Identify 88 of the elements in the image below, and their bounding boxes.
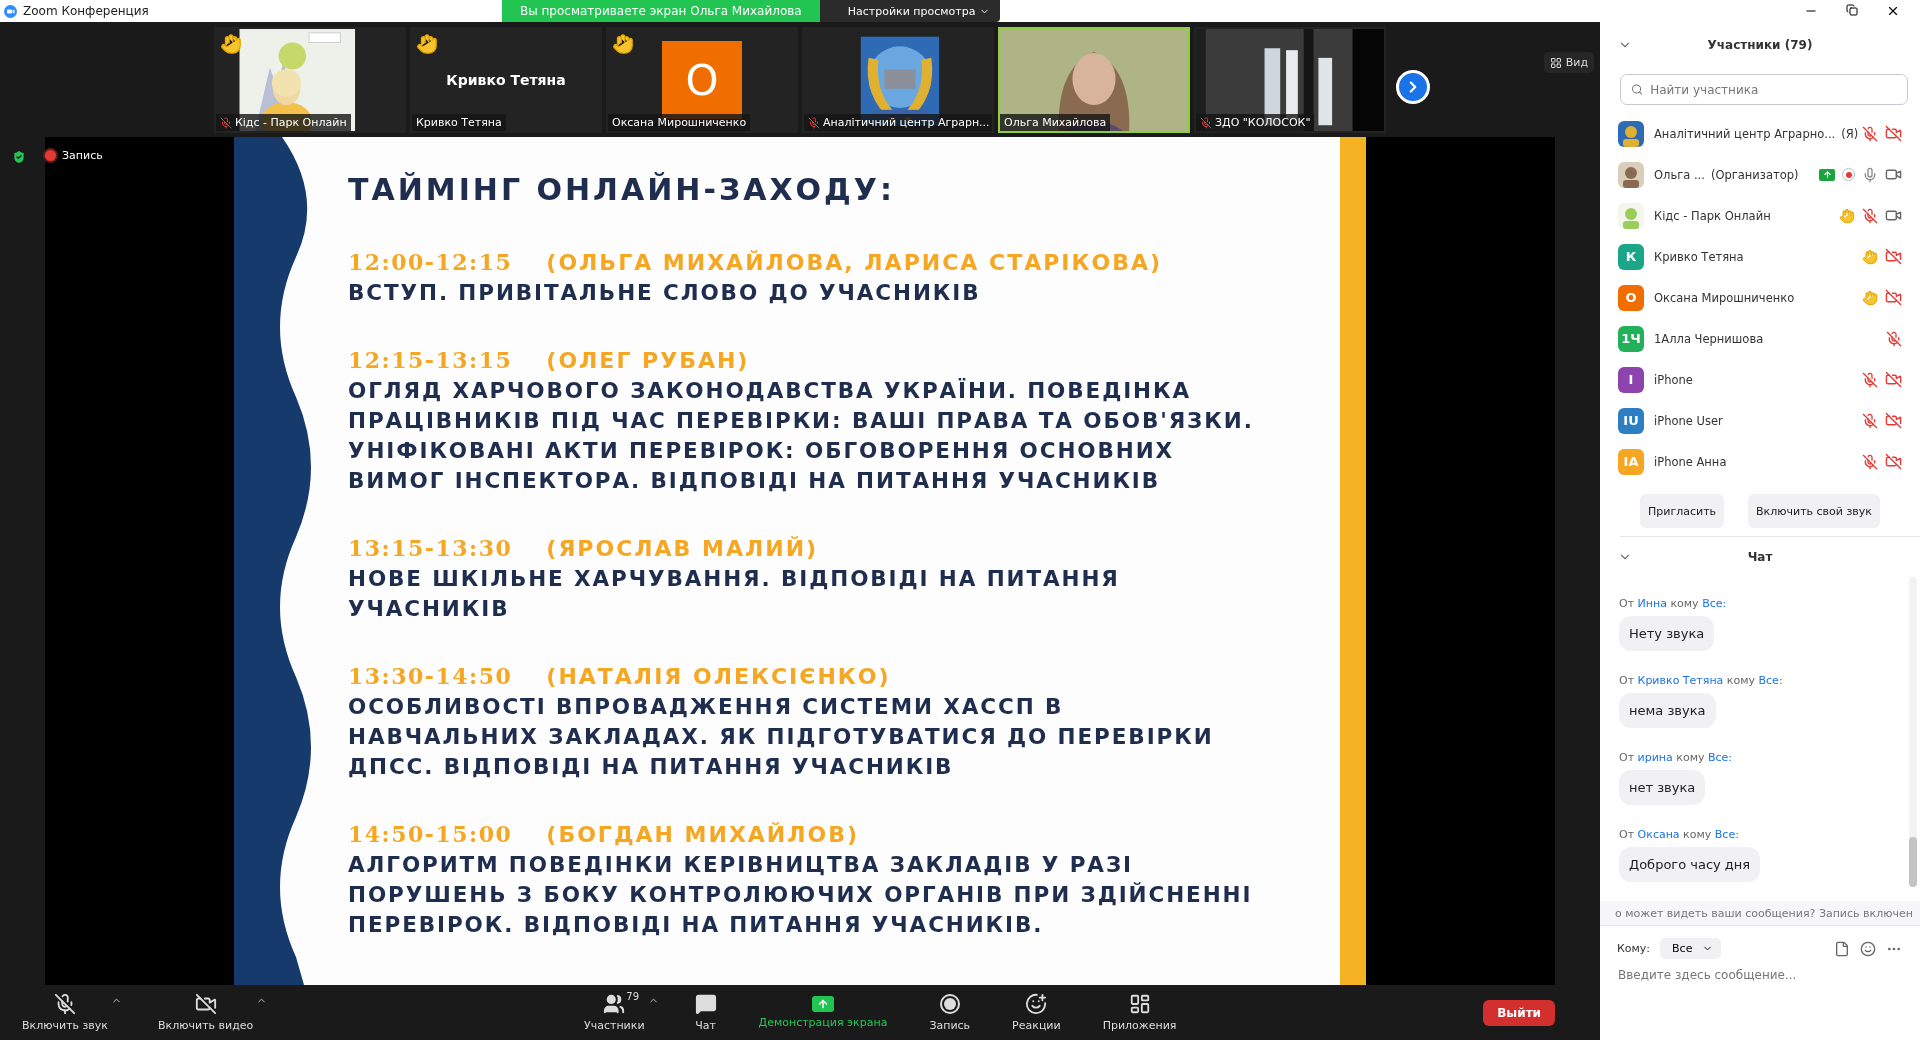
chat-message: Доброго часу дня: [1619, 847, 1761, 882]
participant-avatar: 1Ч: [1618, 325, 1644, 352]
participant-role: (Я): [1841, 126, 1859, 141]
participant-name: Кідс - Парк Онлайн: [1654, 208, 1771, 223]
participant-row[interactable]: IU iPhone User: [1600, 400, 1920, 441]
panel-button[interactable]: Включить свой звук: [1748, 494, 1880, 528]
agenda-text: ПЕРЕВІРОК. ВІДПОВІДІ НА ПИТАННЯ УЧАСНИКІВ.: [348, 911, 1045, 939]
participant-row[interactable]: О Оксана Мирошниченко: [1600, 277, 1920, 318]
agenda-text: НОВЕ ШКІЛЬНЕ ХАРЧУВАННЯ. ВІДПОВІДІ НА ПИТАННЯ: [348, 565, 1121, 593]
chat-message: нет звука: [1619, 770, 1706, 805]
agenda-text: ОГЛЯД ХАРЧОВОГО ЗАКОНОДАВСТВА УКРАЇНИ. ПОВЕДІНКА: [348, 377, 1193, 405]
agenda-text: НАВЧАЛЬНИХ ЗАКЛАДАХ. ЯК ПІДГОТУВАТИСЯ ДО ПЕРЕВІРКИ: [348, 723, 1215, 751]
participant-name-label: Кривко Тетяна: [412, 114, 506, 131]
message-header: От ирина кому Все:: [1619, 751, 1734, 764]
participant-name: iPhone: [1654, 372, 1693, 387]
participant-name-label: Ольга Михайлова: [1000, 114, 1111, 131]
participant-avatar: О: [1618, 284, 1644, 311]
time-range: 12:15-13:15: [348, 347, 513, 373]
agenda-text: ДПСС. ВІДПОВІДІ НА ПИТАННЯ УЧАСНИКІВ: [348, 753, 955, 781]
panel-title: Чат: [1747, 550, 1773, 564]
slide-title: ТАЙМІНГ ОНЛАЙН-ЗАХОДУ:: [348, 171, 896, 209]
time-range: 14:50-15:00: [348, 821, 513, 847]
participant-name: iPhone Анна: [1654, 454, 1727, 469]
view-button[interactable]: Вид: [1543, 52, 1594, 73]
participant-role: (Организатор): [1710, 167, 1799, 182]
participant-name: iPhone User: [1654, 413, 1723, 428]
participant-name-label: ЗДО "КОЛОСОК": [1196, 114, 1315, 131]
participant-row[interactable]: IA iPhone Анна: [1600, 441, 1920, 482]
search-field[interactable]: Найти участника: [1620, 74, 1908, 105]
participant-row[interactable]: Аналітичний центр Аграрно... (Я): [1600, 113, 1920, 154]
agenda-text: УНІФІКОВАНІ АКТИ ПЕРЕВІРОК: ОБГОВОРЕННЯ ОСНОВНИХ: [348, 437, 1176, 465]
participant-name: Кривко Тетяна: [446, 72, 566, 88]
participant-name-label: Оксана Мирошниченко: [608, 114, 751, 131]
privacy-notice: о может видеть ваши сообщения? Запись включен: [1615, 906, 1913, 920]
time-range: 13:30-14:50: [348, 663, 513, 689]
agenda-text: ПРАЦІВНИКІВ ПІД ЧАС ПЕРЕВІРКИ: ВАШІ ПРАВА ТА ОБОВ'ЯЗКИ.: [348, 407, 1254, 435]
chat-message: нема звука: [1619, 693, 1716, 728]
participant-row[interactable]: Ольга ... (Организатор): [1600, 154, 1920, 195]
agenda-text: АЛГОРИТМ ПОВЕДІНКИ КЕРІВНИЦТВА ЗАКЛАДІВ У РАЗІ: [348, 851, 1134, 879]
toolbar-button[interactable]: 79 Участники: [568, 993, 661, 1032]
participant-count: 79: [626, 991, 639, 1002]
participant-avatar: I: [1618, 366, 1644, 393]
participant-name: Аналітичний центр Аграрно...: [1654, 126, 1836, 141]
leave-button[interactable]: Выйти: [1483, 999, 1555, 1026]
agenda-text: ОСОБЛИВОСТІ ВПРОВАДЖЕННЯ СИСТЕМИ ХАССП В: [348, 693, 1065, 721]
participant-name: Ольга ...: [1654, 167, 1705, 182]
time-range: 13:15-13:30: [348, 535, 513, 561]
screen-share-banner: Вы просматриваете экран Ольга Михайлова: [502, 0, 820, 22]
toolbar-button[interactable]: Приложения: [1094, 993, 1185, 1032]
participant-row[interactable]: 1Ч 1Алла Чернишова: [1600, 318, 1920, 359]
message-header: От Инна кому Все:: [1619, 597, 1728, 610]
participant-row[interactable]: К Кривко Тетяна: [1600, 236, 1920, 277]
agenda-text: ПОРУШЕНЬ З БОКУ КОНТРОЛЮЮЧИХ ОРГАНІВ ПРИ ЗДІЙСНЕННІ: [348, 881, 1254, 909]
participant-row[interactable]: I iPhone: [1600, 359, 1920, 400]
time-range: 12:00-12:15: [348, 249, 513, 275]
participant-name: 1Алла Чернишова: [1654, 331, 1764, 346]
participant-row[interactable]: Кідс - Парк Онлайн: [1600, 195, 1920, 236]
toolbar-button[interactable]: Включить звук: [6, 993, 124, 1032]
recording-indicator: Запись: [45, 149, 103, 162]
speaker-names: (ОЛЕГ РУБАН): [546, 347, 750, 373]
toolbar-button[interactable]: Включить видео: [142, 993, 270, 1032]
participant-name: Оксана Мирошниченко: [1654, 290, 1795, 305]
recipient-label: Кому:: [1617, 942, 1651, 955]
panel-button[interactable]: Пригласить: [1640, 494, 1725, 528]
window-title: Zoom Конференция: [23, 4, 149, 18]
speaker-names: (ЯРОСЛАВ МАЛИЙ): [546, 535, 819, 561]
speaker-names: (БОГДАН МИХАЙЛОВ): [546, 821, 860, 847]
participant-name: Кривко Тетяна: [1654, 249, 1744, 264]
message-header: От Оксана кому Все:: [1619, 828, 1740, 841]
participant-name-label: Аналітичний центр Аграрн...: [804, 114, 992, 131]
toolbar-button[interactable]: Чат: [686, 993, 725, 1032]
panel-title: Участники (79): [1707, 38, 1813, 52]
participant-avatar: IA: [1618, 448, 1644, 475]
toolbar-button[interactable]: Запись: [921, 993, 979, 1032]
chat-message: Нету звука: [1619, 616, 1715, 651]
toolbar-button[interactable]: Реакции: [1004, 993, 1069, 1032]
agenda-text: УЧАСНИКІВ: [348, 595, 511, 623]
recipient-dropdown[interactable]: Все: [1660, 938, 1722, 959]
participant-name-label: Кідс - Парк Онлайн: [216, 114, 351, 131]
participant-avatar: IU: [1618, 407, 1644, 434]
speaker-names: (НАТАЛІЯ ОЛЕКСІЄНКО): [546, 663, 891, 689]
view-options-menu[interactable]: Настройки просмотра: [819, 0, 1001, 22]
speaker-names: (ОЛЬГА МИХАЙЛОВА, ЛАРИСА СТАРІКОВА): [546, 249, 1163, 275]
message-header: От Кривко Тетяна кому Все:: [1619, 674, 1784, 687]
participant-avatar: К: [1618, 243, 1644, 270]
agenda-text: ВСТУП. ПРИВІТАЛЬНЕ СЛОВО ДО УЧАСНИКІВ: [348, 279, 982, 307]
agenda-text: ВИМОГ ІНСПЕКТОРА. ВІДПОВІДІ НА ПИТАННЯ УЧАСНИКІВ: [348, 467, 1162, 495]
toolbar-button[interactable]: Демонстрация экрана: [750, 996, 896, 1029]
